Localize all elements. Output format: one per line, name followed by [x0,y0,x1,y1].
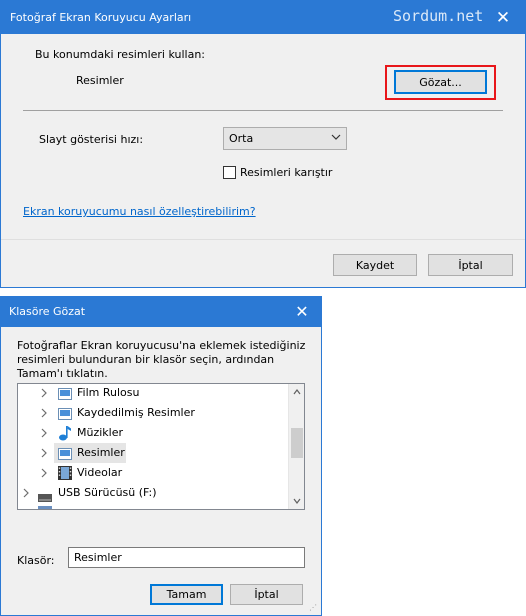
tree-item-label: Film Rulosu [77,386,140,399]
tree-item-label: Resimler [77,446,125,459]
cancel-button[interactable]: İptal [428,254,513,276]
dialog-title: Klasöre Gözat [9,305,86,318]
close-icon[interactable]: ✕ [489,7,517,29]
slide-speed-value: Orta [229,132,254,145]
drive-icon [38,506,52,509]
save-button[interactable]: Kaydet [333,254,417,276]
folder-image-icon [58,407,72,420]
scroll-down-icon[interactable] [289,493,304,509]
browse-folder-dialog: Klasöre Gözat ✕ Fotoğraflar Ekran koruyu… [0,296,322,616]
folder-label: Klasör: [17,554,55,567]
dialog-footer: Kaydet İptal [1,239,525,287]
title-bar: Klasöre Gözat ✕ [1,297,321,327]
scroll-thumb[interactable] [291,428,303,458]
tree-item-resimler[interactable]: Resimler [54,443,126,463]
ok-button[interactable]: Tamam [150,584,223,605]
shuffle-checkbox[interactable] [223,166,236,179]
film-icon [58,466,72,480]
slide-speed-select[interactable]: Orta [223,127,347,150]
music-note-icon [58,425,72,441]
scroll-up-icon[interactable] [289,384,304,400]
tree-item-videolar[interactable]: Videolar [18,463,288,483]
tree-item-label: USB Sürücüsü (F:) [58,486,157,499]
screensaver-settings-dialog: Fotoğraf Ekran Koruyucu Ayarları Sordum.… [0,0,526,288]
watermark-text: Sordum.net [393,7,484,25]
tree-item-muzikler[interactable]: Müzikler [18,423,288,443]
browse-button[interactable]: Gözat... [394,70,487,94]
use-pictures-label: Bu konumdaki resimleri kullan: [35,48,206,61]
folder-input[interactable] [68,547,305,568]
tree-scrollbar[interactable] [288,384,304,509]
divider [23,110,503,111]
close-icon[interactable]: ✕ [289,301,315,323]
chevron-right-icon[interactable] [22,483,30,509]
tree-item-kaydedilmis-resimler[interactable]: Kaydedilmiş Resimler [18,403,288,423]
resize-grip-icon[interactable]: ⋰ [309,603,317,612]
dialog-description: Fotoğraflar Ekran koruyucusu'na eklemek … [17,339,306,380]
folder-tree[interactable]: Film Rulosu Kaydedilmiş Resimler Müzikle… [17,383,305,510]
tree-item-label: Müzikler [77,426,124,439]
tree-item-film-rulosu[interactable]: Film Rulosu [18,384,288,403]
cancel-button[interactable]: İptal [230,584,303,605]
current-folder-text: Resimler [76,74,124,87]
settings-content: Bu konumdaki resimleri kullan: Resimler … [1,34,525,239]
chevron-right-icon[interactable] [40,443,48,463]
tree-item-usb-drive[interactable]: USB Sürücüsü (F:) [18,483,288,503]
help-link[interactable]: Ekran koruyucumu nasıl özelleştirebiliri… [23,205,256,218]
dialog-title: Fotoğraf Ekran Koruyucu Ayarları [10,11,192,24]
tree-item-label: Kaydedilmiş Resimler [77,406,195,419]
usb-drive-icon [38,489,52,502]
folder-image-icon [58,447,72,460]
tree-item-label: Videolar [77,466,123,479]
chevron-down-icon [331,131,341,146]
folder-image-icon [58,387,72,400]
title-bar: Fotoğraf Ekran Koruyucu Ayarları Sordum.… [1,1,525,34]
slide-speed-label: Slayt gösterisi hızı: [39,133,144,146]
shuffle-label[interactable]: Resimleri karıştır [240,166,332,179]
